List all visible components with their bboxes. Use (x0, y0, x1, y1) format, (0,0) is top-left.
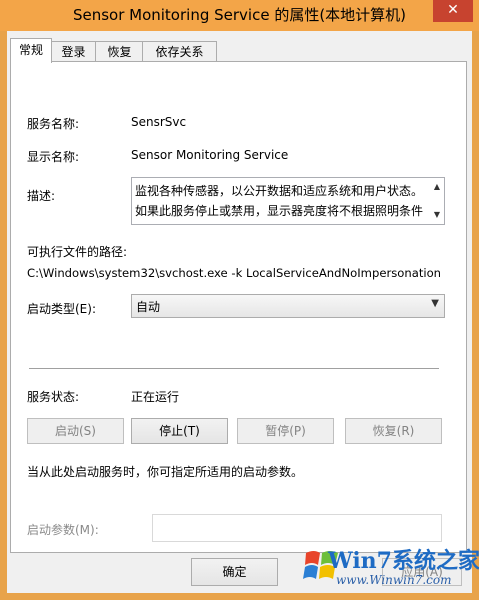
general-tab-panel: 服务名称: SensrSvc 显示名称: Sensor Monitoring S… (10, 61, 467, 553)
resume-button[interactable]: 恢复(R) (345, 418, 442, 444)
title-bar[interactable]: Sensor Monitoring Service 的属性(本地计算机) ✕ (0, 0, 479, 31)
watermark-line2: www.Winwin7.com (336, 573, 452, 587)
startup-type-value: 自动 (136, 300, 161, 314)
close-button[interactable]: ✕ (433, 0, 473, 22)
chevron-down-icon: ▼ (431, 298, 439, 309)
stop-button[interactable]: 停止(T) (131, 418, 228, 444)
ok-button[interactable]: 确定 (191, 558, 278, 586)
watermark: Win7系统之家 www.Winwin7.com (302, 539, 479, 593)
display-name-label: 显示名称: (27, 150, 80, 164)
exe-path-value: C:\Windows\system32\svchost.exe -k Local… (27, 266, 442, 280)
service-name-value: SensrSvc (131, 115, 187, 129)
watermark-line1: Win7系统之家 (328, 548, 479, 574)
tab-logon[interactable]: 登录 (50, 41, 97, 62)
description-box[interactable]: 监视各种传感器，以公开数据和适应系统和用户状态。如果此服务停止或禁用，显示器亮度… (131, 177, 445, 225)
service-status-label: 服务状态: (27, 390, 80, 404)
description-label: 描述: (27, 189, 56, 203)
tab-general[interactable]: 常规 (10, 38, 52, 63)
service-name-label: 服务名称: (27, 117, 80, 131)
start-params-input[interactable] (152, 514, 442, 542)
startup-type-label: 启动类型(E): (27, 302, 96, 316)
tab-dependencies[interactable]: 依存关系 (142, 41, 217, 62)
startup-type-select[interactable]: 自动 ▼ (131, 294, 445, 318)
service-status-value: 正在运行 (131, 390, 180, 404)
start-params-hint: 当从此处启动服务时，你可指定所适用的启动参数。 (27, 465, 304, 479)
scroll-down-icon[interactable]: ▼ (430, 208, 444, 222)
pause-button[interactable]: 暂停(P) (237, 418, 334, 444)
exe-path-label: 可执行文件的路径: (27, 245, 128, 259)
close-icon: ✕ (447, 2, 459, 18)
description-text: 监视各种传感器，以公开数据和适应系统和用户状态。如果此服务停止或禁用，显示器亮度… (135, 184, 424, 218)
start-button[interactable]: 启动(S) (27, 418, 124, 444)
description-scrollbar[interactable]: ▲ ▼ (430, 178, 444, 224)
display-name-value: Sensor Monitoring Service (131, 148, 289, 162)
dialog-client: 常规 登录 恢复 依存关系 服务名称: SensrSvc 显示名称: Senso… (7, 31, 479, 593)
separator (29, 368, 439, 369)
window-title: Sensor Monitoring Service 的属性(本地计算机) (72, 6, 407, 24)
start-params-label: 启动参数(M): (27, 523, 99, 537)
tab-recovery[interactable]: 恢复 (95, 41, 144, 62)
scroll-up-icon[interactable]: ▲ (430, 180, 444, 194)
